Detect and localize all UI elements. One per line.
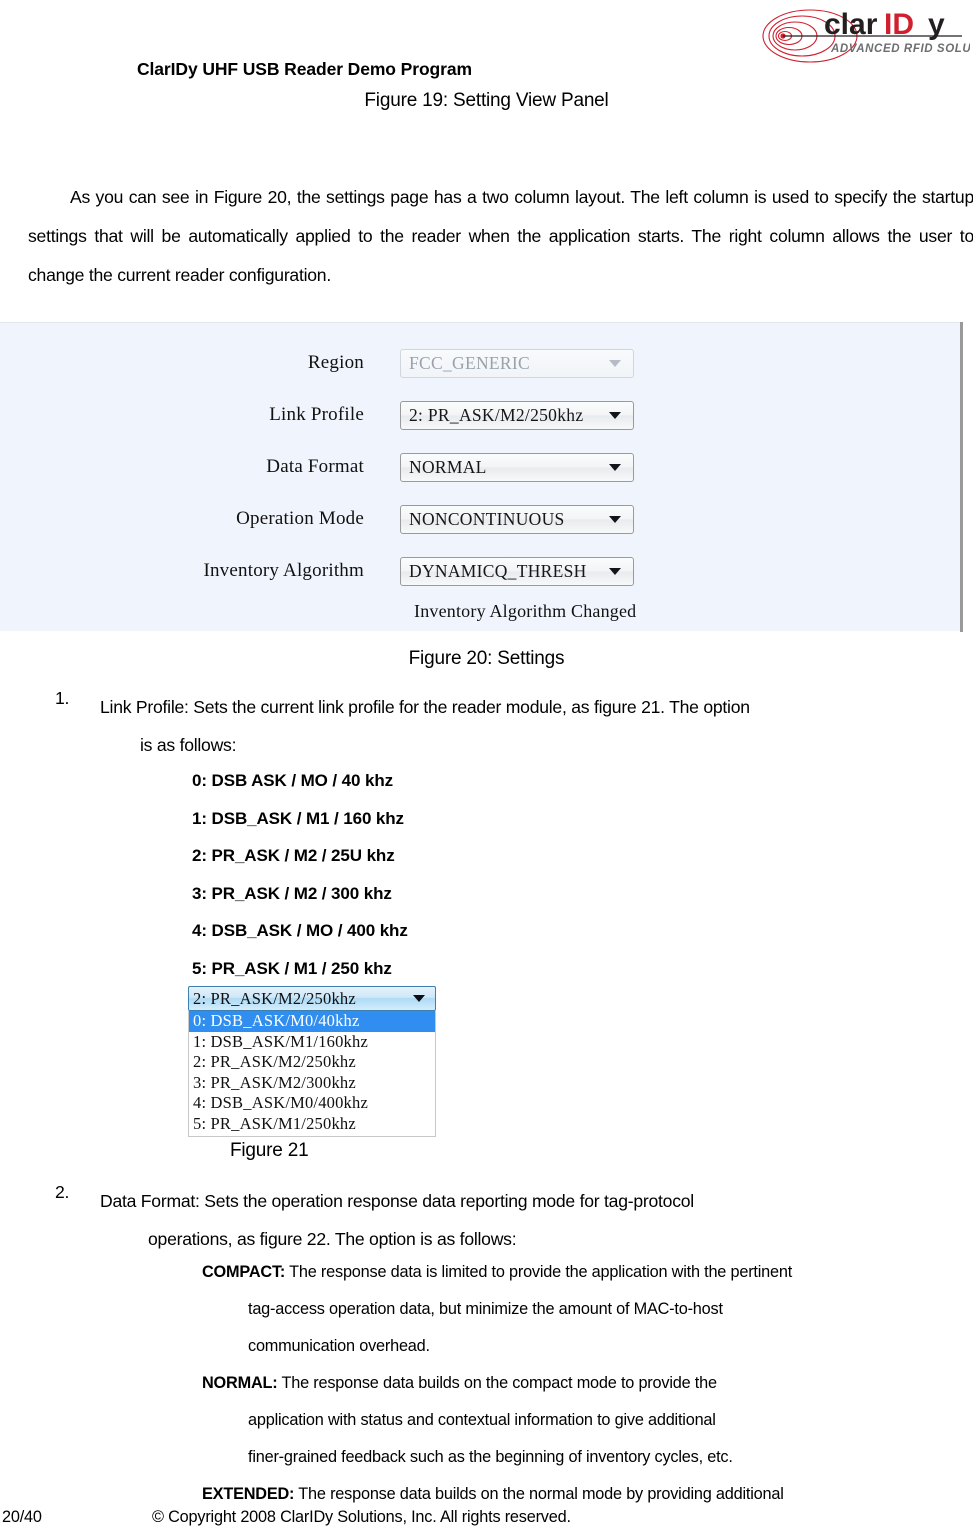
dropdown-option[interactable]: 2: PR_ASK/M2/250khz: [189, 1052, 435, 1073]
footer-page-number: 20/40: [2, 1508, 42, 1526]
label-region: Region: [307, 352, 364, 373]
dropdown-option[interactable]: 4: DSB_ASK/M0/400khz: [189, 1093, 435, 1114]
link-profile-option: 2: PR_ASK / M2 / 25U khz: [192, 846, 395, 865]
operation-mode-combobox[interactable]: NONCONTINUOUS: [400, 504, 634, 534]
list-item-1-body: Link Profile: Sets the current link prof…: [100, 688, 972, 764]
link-profile-combobox[interactable]: 2: PR_ASK/M2/250khz: [400, 400, 634, 430]
definition-compact: COMPACT: The response data is limited to…: [202, 1254, 962, 1365]
dropdown-option[interactable]: 3: PR_ASK/M2/300khz: [189, 1073, 435, 1094]
company-logo: clar ID y ADVANCED RFID SOLUTIONS: [762, 6, 970, 64]
chevron-down-icon: [609, 359, 621, 367]
data-format-value: NORMAL: [409, 456, 487, 477]
chevron-down-icon: [609, 567, 621, 575]
document-title: ClarIDy UHF USB Reader Demo Program: [137, 59, 472, 79]
data-format-combobox[interactable]: NORMAL: [400, 452, 634, 482]
definition-normal: NORMAL: The response data builds on the …: [202, 1365, 962, 1476]
link-profile-option: 5: PR_ASK / M1 / 250 khz: [192, 958, 392, 978]
logo-tagline: ADVANCED RFID SOLUTIONS: [830, 43, 970, 55]
panel-right-edge: [960, 322, 963, 632]
definition-normal-line1: The response data builds on the compact …: [277, 1374, 717, 1392]
region-combobox[interactable]: FCC_GENERIC: [400, 348, 634, 378]
figure-21-dropdown-screenshot: 2: PR_ASK/M2/250khz 0: DSB_ASK/M0/40khz …: [188, 986, 436, 1137]
link-profile-option: 0: DSB ASK / MO / 40 khz: [192, 771, 394, 790]
intro-paragraph: As you can see in Figure 20, the setting…: [28, 187, 973, 285]
link-profile-option: 1: DSB_ASK / M1 / 160 khz: [192, 808, 404, 828]
label-link-profile: Link Profile: [269, 404, 364, 425]
list-item-1-number: 1.: [55, 688, 70, 708]
setting-row-link-profile: Link Profile 2: PR_ASK/M2/250khz: [0, 389, 962, 441]
figure-19-caption: Figure 19: Setting View Panel: [364, 90, 609, 111]
definition-compact-line1: The response data is limited to provide …: [285, 1263, 793, 1281]
list-item-1-line1: Link Profile: Sets the current link prof…: [100, 697, 750, 717]
definition-term-normal: NORMAL:: [202, 1374, 278, 1392]
definition-term-extended: EXTENDED:: [202, 1485, 295, 1503]
label-operation-mode: Operation Mode: [236, 508, 364, 529]
chevron-down-icon: [413, 995, 425, 1002]
definition-normal-line2: application with status and contextual i…: [248, 1411, 716, 1429]
chevron-down-icon: [609, 463, 621, 471]
definition-extended-line1: The response data builds on the normal m…: [294, 1485, 784, 1503]
link-profile-options-list: 0: DSB ASK / MO / 40 khz 1: DSB_ASK / M1…: [192, 762, 408, 987]
link-profile-value: 2: PR_ASK/M2/250khz: [409, 404, 584, 425]
setting-row-inventory-algorithm: Inventory Algorithm DYNAMICQ_THRESH: [0, 545, 962, 597]
label-inventory-algorithm: Inventory Algorithm: [203, 560, 364, 581]
operation-mode-value: NONCONTINUOUS: [409, 508, 565, 529]
dropdown-selected-text: 2: PR_ASK/M2/250khz: [193, 988, 356, 1008]
figure-21-caption: Figure 21: [230, 1140, 309, 1161]
settings-panel-screenshot: Region FCC_GENERIC Link Profile 2: PR_AS…: [0, 322, 962, 632]
inventory-algorithm-combobox[interactable]: DYNAMICQ_THRESH: [400, 556, 634, 586]
logo-wordmark-y: y: [928, 8, 945, 41]
figure-20-caption: Figure 20: Settings: [408, 648, 565, 669]
link-profile-option: 4: DSB_ASK / MO / 400 khz: [192, 921, 408, 940]
settings-rows: Region FCC_GENERIC Link Profile 2: PR_AS…: [0, 337, 962, 622]
logo-wordmark-id: ID: [884, 8, 914, 41]
chevron-down-icon: [609, 515, 621, 523]
list-item-2-line2: operations, as figure 22. The option is …: [148, 1229, 517, 1249]
list-item-2-number: 2.: [55, 1182, 70, 1202]
link-profile-dropdown-closed-value[interactable]: 2: PR_ASK/M2/250khz: [188, 986, 436, 1011]
chevron-down-icon: [609, 411, 621, 419]
list-item-2-body: Data Format: Sets the operation response…: [100, 1182, 972, 1258]
list-item-1-line2: is as follows:: [140, 735, 237, 755]
dropdown-option-list[interactable]: 0: DSB_ASK/M0/40khz 1: DSB_ASK/M1/160khz…: [188, 1011, 436, 1137]
link-profile-option: 3: PR_ASK / M2 / 300 khz: [192, 883, 392, 903]
setting-row-region: Region FCC_GENERIC: [0, 337, 962, 389]
dropdown-option[interactable]: 1: DSB_ASK/M1/160khz: [189, 1032, 435, 1053]
definition-normal-line3: finer-grained feedback such as the begin…: [248, 1448, 733, 1466]
definition-compact-line3: communication overhead.: [248, 1337, 430, 1355]
definition-term-compact: COMPACT:: [202, 1263, 286, 1281]
status-message: Inventory Algorithm Changed: [414, 601, 637, 621]
region-value: FCC_GENERIC: [409, 352, 530, 373]
inventory-algorithm-value: DYNAMICQ_THRESH: [409, 560, 587, 581]
setting-row-data-format: Data Format NORMAL: [0, 441, 962, 493]
dropdown-option[interactable]: 5: PR_ASK/M1/250khz: [189, 1114, 435, 1135]
footer-copyright: © Copyright 2008 ClarIDy Solutions, Inc.…: [152, 1508, 571, 1526]
dropdown-option[interactable]: 0: DSB_ASK/M0/40khz: [189, 1011, 435, 1032]
logo-wordmark-clar: clar: [824, 8, 878, 41]
label-data-format: Data Format: [266, 456, 364, 477]
list-item-2-line1: Data Format: Sets the operation response…: [100, 1191, 694, 1211]
setting-row-operation-mode: Operation Mode NONCONTINUOUS: [0, 493, 962, 545]
definition-compact-line2: tag-access operation data, but minimize …: [248, 1300, 723, 1318]
